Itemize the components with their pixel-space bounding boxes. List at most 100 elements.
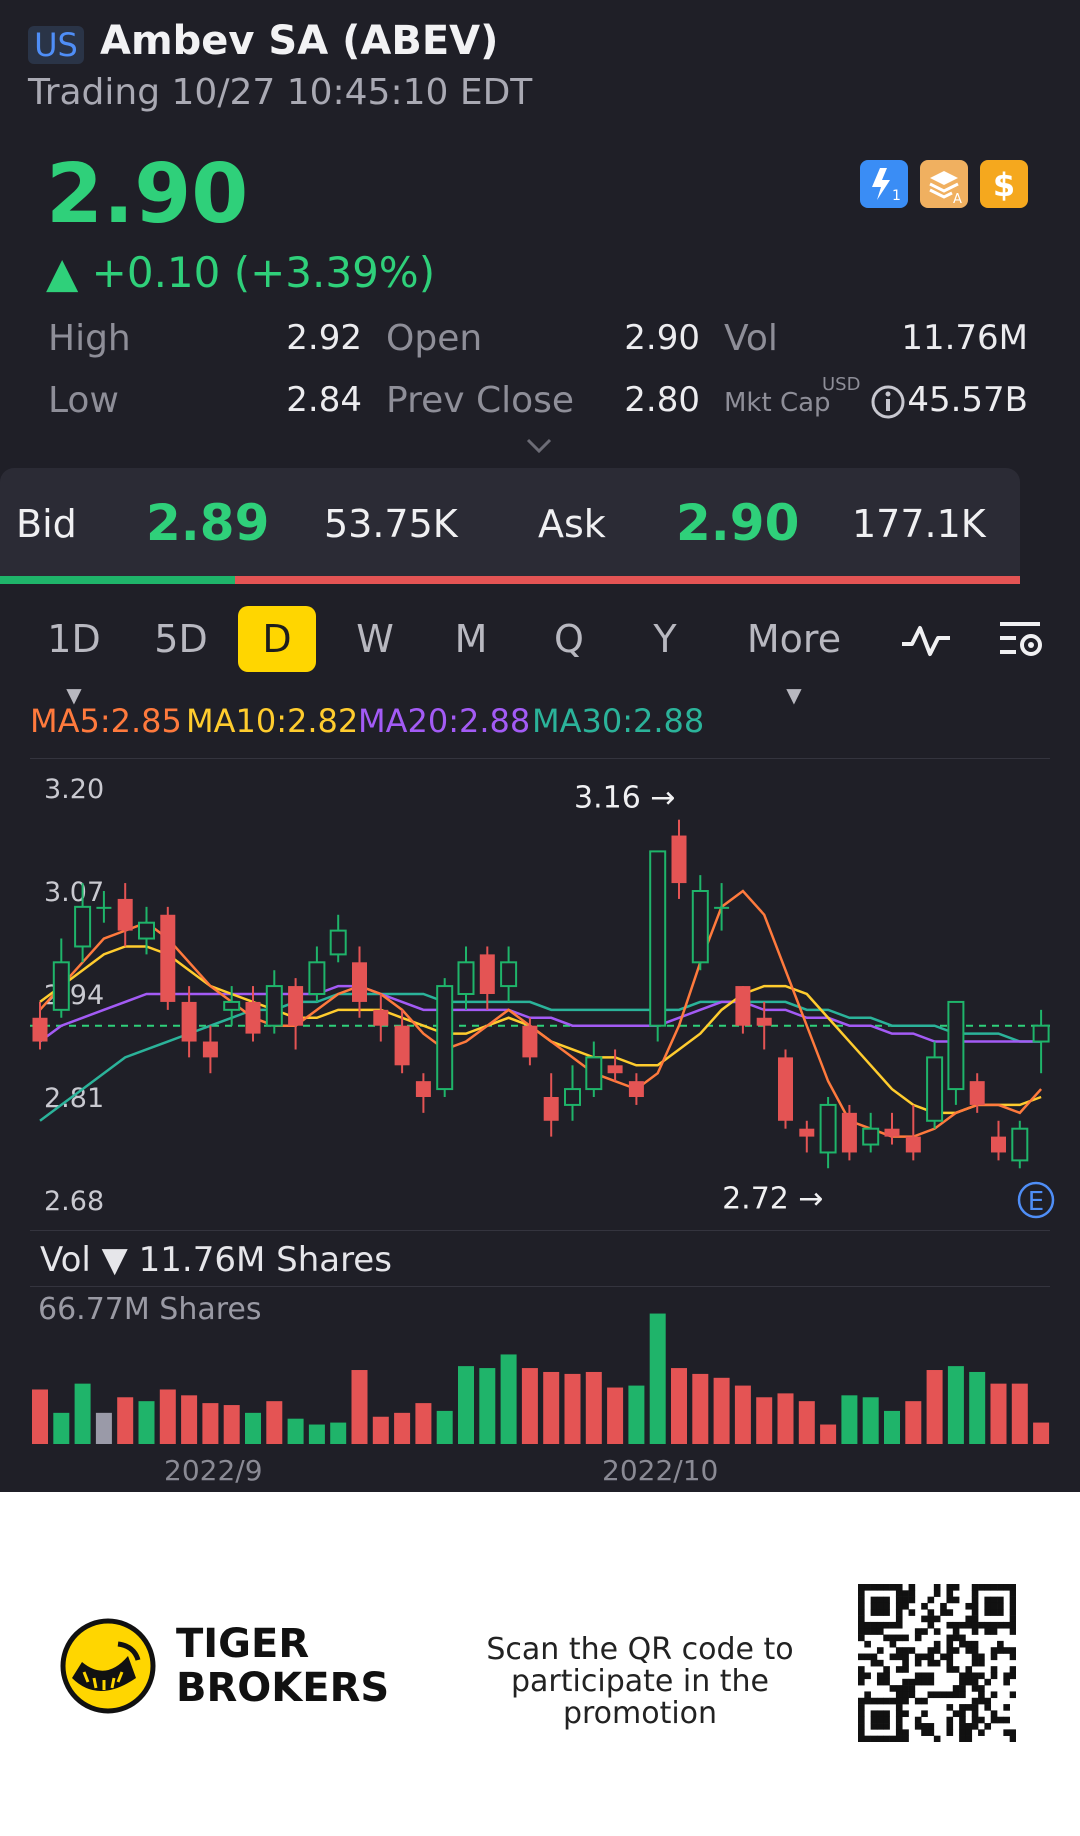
volume-bar xyxy=(649,1313,666,1444)
market-badge: US xyxy=(28,26,84,64)
candle xyxy=(373,994,389,1042)
qr-module xyxy=(902,1710,909,1718)
volume-title[interactable]: Vol ▼ 11.76M Shares xyxy=(40,1240,392,1280)
last-price: 2.90 xyxy=(46,147,249,242)
qr-module xyxy=(1009,1596,1016,1604)
qr-module xyxy=(927,1615,935,1623)
qr-module xyxy=(927,1609,935,1616)
dollar-icon[interactable]: $ xyxy=(980,160,1028,208)
qr-module xyxy=(921,1615,928,1623)
qr-module xyxy=(978,1659,985,1667)
candle-body xyxy=(160,914,176,1002)
candle xyxy=(329,914,347,963)
qr-module xyxy=(895,1697,903,1705)
candle-body xyxy=(74,905,92,948)
ask-size: 177.1K xyxy=(852,502,986,546)
ask-price: 2.90 xyxy=(676,494,800,552)
qr-module xyxy=(895,1710,903,1718)
volume-bar xyxy=(479,1368,496,1444)
qr-module xyxy=(902,1653,909,1661)
lightning-level1-icon[interactable]: 1 xyxy=(860,160,908,208)
indicator-wave-icon[interactable] xyxy=(898,620,954,660)
qr-module xyxy=(858,1716,865,1724)
candle-body xyxy=(1011,1127,1029,1162)
qr-module xyxy=(883,1602,890,1610)
vol-label: Vol xyxy=(724,318,778,359)
qr-module xyxy=(1009,1584,1016,1591)
tab-q[interactable]: Q xyxy=(544,614,594,664)
volume-bar xyxy=(926,1370,943,1444)
qr-module xyxy=(971,1628,979,1635)
qr-module xyxy=(864,1628,871,1635)
qr-module xyxy=(908,1647,916,1654)
qr-code-icon[interactable] xyxy=(858,1584,1016,1742)
qr-module xyxy=(971,1723,979,1730)
qr-module xyxy=(990,1628,998,1635)
candle-body xyxy=(649,850,667,1027)
candle-body xyxy=(585,1056,603,1091)
qr-module xyxy=(984,1602,992,1610)
y-tick-label: 2.68 xyxy=(44,1186,104,1217)
qr-module xyxy=(876,1628,884,1635)
candle-body xyxy=(819,1103,837,1154)
level-a-stack-icon[interactable]: A xyxy=(920,160,968,208)
candle xyxy=(926,1041,944,1129)
y-tick-label: 3.20 xyxy=(44,774,104,805)
tab-m[interactable]: M xyxy=(446,614,496,664)
qr-module xyxy=(858,1628,865,1635)
volume-bar xyxy=(32,1389,48,1444)
candle xyxy=(671,819,687,899)
qr-module xyxy=(876,1678,884,1686)
qr-module xyxy=(1009,1691,1016,1699)
qr-module xyxy=(933,1647,941,1654)
qr-module xyxy=(965,1602,973,1610)
qr-module xyxy=(876,1659,884,1667)
candle-body xyxy=(905,1136,921,1153)
qr-module xyxy=(1003,1678,1010,1686)
candlestick-chart[interactable]: 3.203.072.942.812.683.16 →2.72 → E xyxy=(0,754,1080,1234)
qr-module xyxy=(895,1716,903,1724)
qr-module xyxy=(927,1678,935,1686)
qr-module xyxy=(921,1602,928,1610)
qr-module xyxy=(902,1602,909,1610)
qr-module xyxy=(959,1640,966,1648)
info-icon[interactable] xyxy=(870,384,906,420)
chart-settings-icon[interactable] xyxy=(996,616,1048,664)
tab-d[interactable]: D xyxy=(238,606,316,672)
qr-module xyxy=(1003,1647,1010,1654)
qr-module xyxy=(908,1584,916,1591)
candle-body xyxy=(841,1112,857,1153)
volume-chart[interactable] xyxy=(0,1286,1080,1446)
qr-module xyxy=(959,1672,966,1680)
qr-module xyxy=(946,1640,954,1648)
volume-bar xyxy=(53,1412,70,1444)
qr-module xyxy=(858,1666,865,1673)
qr-module xyxy=(870,1697,878,1705)
qr-module xyxy=(933,1628,941,1635)
ma30-label: MA30:2.88 xyxy=(532,702,705,740)
qr-module xyxy=(933,1640,941,1648)
volume-bar xyxy=(500,1354,517,1444)
qr-module xyxy=(965,1735,973,1742)
chevron-down-icon[interactable] xyxy=(522,434,556,458)
qr-module xyxy=(883,1634,890,1642)
tab-y[interactable]: Y xyxy=(640,614,690,664)
candle xyxy=(415,1073,431,1113)
qr-module xyxy=(902,1590,909,1597)
prev-close-value: 2.80 xyxy=(624,380,700,420)
qr-module xyxy=(883,1723,890,1730)
volume-bar xyxy=(266,1401,283,1444)
qr-module xyxy=(883,1584,890,1591)
qr-module xyxy=(933,1691,941,1699)
tab-5d[interactable]: 5D xyxy=(148,614,214,664)
candle-body xyxy=(352,962,367,1002)
qr-module xyxy=(927,1621,935,1629)
qr-module xyxy=(876,1596,884,1604)
low-label: Low xyxy=(48,380,119,421)
tab-more[interactable]: More ▼ xyxy=(734,614,854,720)
volume-bar xyxy=(1033,1422,1050,1444)
candle xyxy=(500,946,518,1002)
tab-w[interactable]: W xyxy=(350,614,400,664)
volume-bar xyxy=(394,1412,411,1444)
qr-module xyxy=(927,1723,935,1730)
